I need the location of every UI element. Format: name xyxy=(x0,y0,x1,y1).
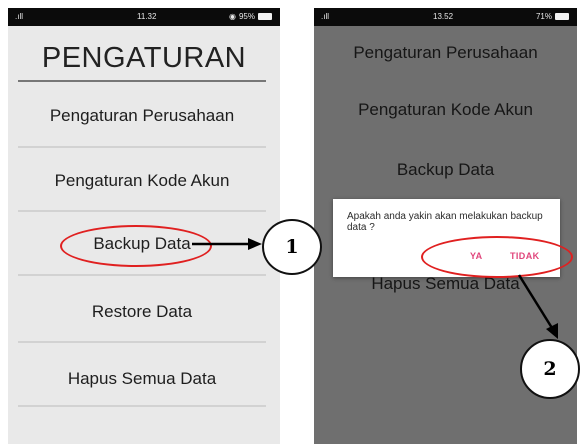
step-1-marker: 1 xyxy=(262,219,322,275)
arrow-2-head xyxy=(546,323,558,339)
arrow-2-line xyxy=(517,274,554,329)
step-2-marker: 2 xyxy=(520,339,580,399)
arrow-1-head xyxy=(248,238,262,250)
